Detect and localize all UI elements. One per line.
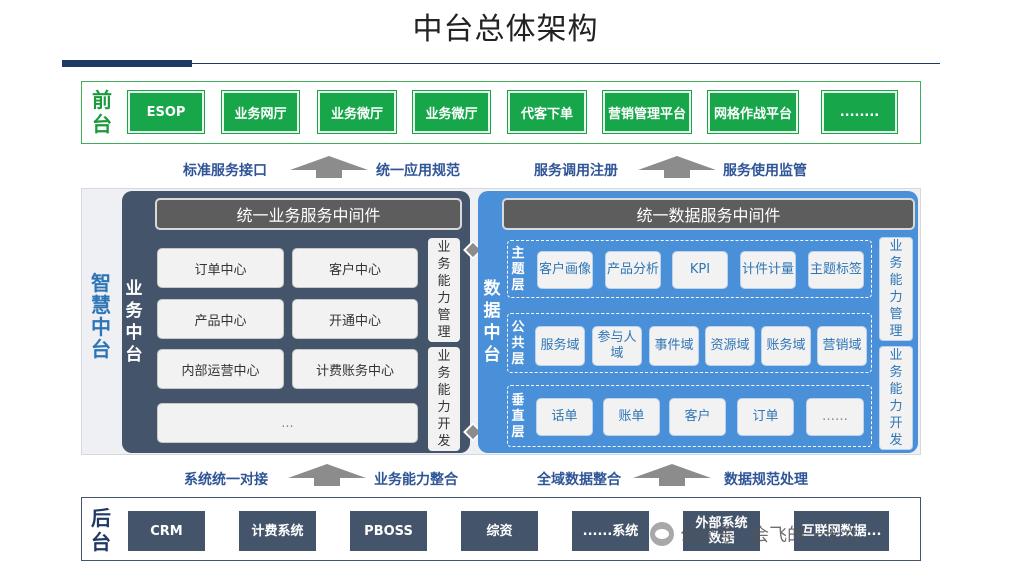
front-button-marketing-platform[interactable]: 营销管理平台 bbox=[603, 91, 691, 133]
vertical-item-order[interactable]: 订单 bbox=[737, 398, 794, 436]
center-product[interactable]: 产品中心 bbox=[157, 299, 284, 339]
label-service-monitoring: 服务使用监管 bbox=[723, 163, 807, 179]
data-capability-develop-label: 业务能力开发 bbox=[879, 346, 913, 450]
front-button-grid-platform[interactable]: 网格作战平台 bbox=[708, 91, 798, 133]
back-button-resources[interactable]: 综资 bbox=[461, 511, 538, 551]
label-service-registry: 服务调用注册 bbox=[534, 163, 618, 179]
common-item-service-domain[interactable]: 服务域 bbox=[535, 326, 585, 366]
up-arrow-icon bbox=[633, 464, 711, 486]
business-middle-label: 业务中台 bbox=[125, 279, 143, 365]
label-capability-integration: 业务能力整合 bbox=[374, 472, 458, 488]
front-button-biz-micro-hall-2[interactable]: 业务微厅 bbox=[413, 91, 490, 133]
front-button-proxy-order[interactable]: 代客下单 bbox=[508, 91, 586, 133]
business-middleware-bar: 统一业务服务中间件 bbox=[155, 198, 462, 230]
front-button-biz-micro-hall-1[interactable]: 业务微厅 bbox=[318, 91, 396, 133]
front-button-esop[interactable]: ESOP bbox=[128, 91, 204, 133]
common-item-party-domain[interactable]: 参与人域 bbox=[592, 326, 642, 366]
center-more[interactable]: ... bbox=[157, 403, 418, 443]
vertical-item-more[interactable]: …… bbox=[806, 398, 864, 436]
data-capability-manage-label: 业务能力管理 bbox=[879, 237, 913, 341]
biz-capability-manage-text: 业务能力管理 bbox=[437, 240, 451, 340]
common-item-resource-domain[interactable]: 资源域 bbox=[705, 326, 755, 366]
center-order[interactable]: 订单中心 bbox=[157, 248, 284, 288]
vertical-item-bill[interactable]: 账单 bbox=[603, 398, 660, 436]
data-middle-label: 数据中台 bbox=[483, 279, 501, 365]
theme-item-customer-portrait[interactable]: 客户画像 bbox=[537, 251, 593, 289]
label-standard-interface: 标准服务接口 bbox=[183, 163, 267, 179]
common-item-event-domain[interactable]: 事件域 bbox=[649, 326, 699, 366]
data-capability-develop-text: 业务能力开发 bbox=[889, 348, 903, 448]
vertical-item-cdr[interactable]: 话单 bbox=[536, 398, 593, 436]
back-button-pboss[interactable]: PBOSS bbox=[350, 511, 427, 551]
up-arrow-icon bbox=[288, 464, 366, 486]
back-button-billing-system[interactable]: 计费系统 bbox=[239, 511, 316, 551]
theme-item-theme-tags[interactable]: 主题标签 bbox=[808, 251, 864, 289]
front-layer-label: 前台 bbox=[86, 88, 118, 136]
watermark-text: 公众号 · 会飞的一十六 bbox=[680, 525, 860, 546]
back-button-crm[interactable]: CRM bbox=[128, 511, 205, 551]
label-full-domain-data: 全域数据整合 bbox=[537, 472, 621, 488]
vertical-layer-label: 垂直层 bbox=[511, 393, 525, 440]
wechat-icon bbox=[650, 522, 674, 546]
theme-layer-label: 主题层 bbox=[511, 246, 525, 293]
center-customer[interactable]: 客户中心 bbox=[292, 248, 418, 288]
theme-item-kpi[interactable]: KPI bbox=[672, 251, 728, 289]
data-middleware-bar: 统一数据服务中间件 bbox=[502, 198, 915, 230]
front-layer-label-text: 前台 bbox=[92, 88, 112, 136]
center-billing[interactable]: 计费账务中心 bbox=[292, 349, 418, 389]
center-internal-ops[interactable]: 内部运营中心 bbox=[157, 349, 284, 389]
label-unified-app-spec: 统一应用规范 bbox=[376, 163, 460, 179]
common-layer-label: 公共层 bbox=[511, 320, 525, 367]
page-title: 中台总体架构 bbox=[412, 12, 599, 47]
front-button-biz-hall[interactable]: 业务网厅 bbox=[222, 91, 299, 133]
biz-capability-manage-label: 业务能力管理 bbox=[428, 238, 460, 342]
common-item-billing-domain[interactable]: 账务域 bbox=[761, 326, 811, 366]
biz-capability-develop-label: 业务能力开发 bbox=[428, 347, 460, 451]
title-rule bbox=[192, 63, 940, 64]
theme-item-piece-metering[interactable]: 计件计量 bbox=[740, 251, 796, 289]
center-provisioning[interactable]: 开通中心 bbox=[292, 299, 418, 339]
theme-item-product-analysis[interactable]: 产品分析 bbox=[605, 251, 661, 289]
back-layer-label: 后台 bbox=[91, 506, 111, 554]
vertical-item-customer[interactable]: 客户 bbox=[669, 398, 726, 436]
up-arrow-icon bbox=[638, 156, 716, 178]
label-system-integration: 系统统一对接 bbox=[184, 472, 268, 488]
biz-capability-develop-text: 业务能力开发 bbox=[437, 349, 451, 449]
front-button-more[interactable]: ........ bbox=[822, 91, 897, 133]
common-item-marketing-domain[interactable]: 营销域 bbox=[817, 326, 867, 366]
smart-middle-label: 智慧中台 bbox=[91, 271, 111, 361]
back-button-more-systems[interactable]: ......系统 bbox=[572, 511, 649, 551]
watermark: 公众号 · 会飞的一十六 bbox=[650, 517, 859, 551]
title-rule-accent bbox=[62, 60, 192, 67]
up-arrow-icon bbox=[290, 156, 368, 178]
data-capability-manage-text: 业务能力管理 bbox=[889, 239, 903, 339]
label-data-normalization: 数据规范处理 bbox=[724, 472, 808, 488]
